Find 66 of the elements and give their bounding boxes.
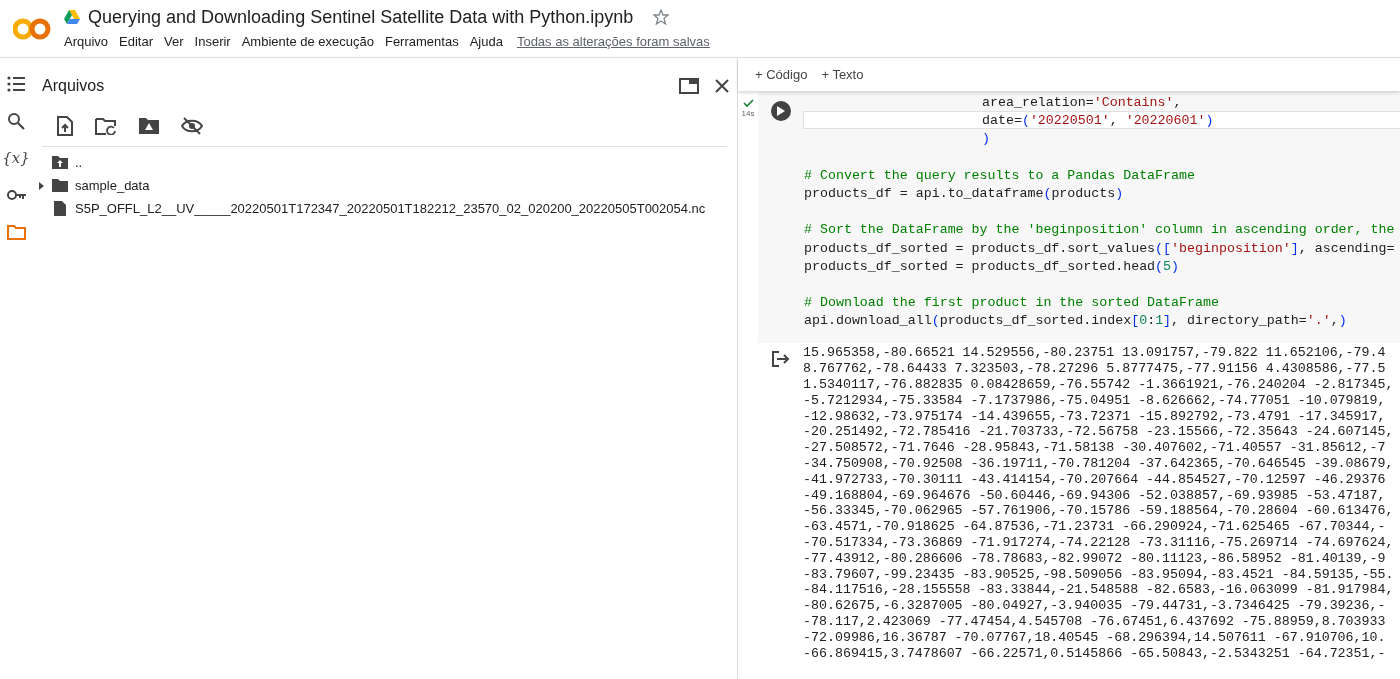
output-line: -12.98632,-73.975174 -14.439655,-73.72371 -15.892792,-73.4791 -17.345917, xyxy=(803,408,1387,425)
drive-folder-icon[interactable] xyxy=(138,117,160,135)
code-line: products_df_sorted = products_df_sorted.head(5) xyxy=(803,257,1181,275)
code-line: # Convert the query results to a Pandas DataFrame xyxy=(803,166,1196,184)
code-line: products_df = api.to_dataframe(products) xyxy=(803,184,1125,203)
folder-icon[interactable] xyxy=(6,223,26,241)
file-entry[interactable]: sample_data xyxy=(32,174,737,197)
drive-icon[interactable] xyxy=(64,10,80,24)
output-line: -5.7212934,-75.33584 -7.1737986,-75.04951 -8.626662,-74.77051 -10.079819, xyxy=(803,392,1387,409)
output-line: 15.965358,-80.66521 14.529556,-80.23751 13.091757,-79.822 11.652106,-79.4 xyxy=(803,345,1387,362)
menu-item[interactable]: Ajuda xyxy=(469,32,503,52)
output-line: -72.09986,16.36787 -70.07767,18.40545 -68.296394,14.507611 -67.910706,10. xyxy=(803,629,1387,646)
expand-caret-icon[interactable] xyxy=(38,181,44,190)
menu-item[interactable]: Editar xyxy=(119,32,154,52)
output-line: -78.117,2.423069 -77.47454,4.545708 -76.67451,6.437692 -75.88959,8.703933 xyxy=(803,614,1387,630)
code-line: ) xyxy=(981,130,991,148)
output-line: -66.869415,3.7478607 -66.22571,0.5145866 -65.50843,-2.5343251 -64.72351,- xyxy=(803,645,1387,662)
notebook-title[interactable]: Querying and Downloading Sentinel Satellite Data with Python.ipynb xyxy=(88,3,634,31)
close-icon[interactable] xyxy=(715,78,729,93)
code-line: api.download_all(products_df_sorted.index[0:1], directory_path='.',) xyxy=(803,312,1348,330)
open-in-tab-icon[interactable] xyxy=(679,77,699,94)
panel-title: Arquivos xyxy=(42,75,106,96)
output-line: -41.972733,-70.30111 -43.414154,-70.207664 -44.854527,-70.12597 -46.29376 xyxy=(803,471,1387,488)
file-icon xyxy=(54,201,66,216)
output-line: -56.33345,-70.062965 -57.761906,-70.15786 -59.188564,-70.28604 -60.613476, xyxy=(803,503,1395,520)
star-icon[interactable] xyxy=(653,9,670,25)
run-duration: 14s xyxy=(741,108,755,120)
menu-item[interactable]: Ferramentas xyxy=(384,32,459,52)
menu-item[interactable]: Inserir xyxy=(194,32,231,52)
output-line: -77.43912,-80.286606 -78.78683,-82.99072 -80.11123,-86.58952 -81.40139,-9 xyxy=(803,550,1387,567)
file-entry[interactable]: S5P_OFFL_L2__UV_____20220501T172347_20220501T182212_23570_02_020200_20220505T002054.nc xyxy=(32,197,737,220)
output-line: -84.117516,-28.155558 -83.33844,-21.548588 -82.6583,-16.063099 -81.917984, xyxy=(803,582,1395,599)
variables-icon[interactable]: {x} xyxy=(1,149,31,167)
list-icon[interactable] xyxy=(6,75,26,93)
add-cell-button[interactable]: + Texto xyxy=(820,64,865,85)
folder-up-icon xyxy=(52,156,68,169)
code-line: area_relation='Contains', xyxy=(981,94,1183,112)
folder-icon xyxy=(52,179,68,192)
output-line: -49.168804,-69.964676 -50.60446,-69.94306 -52.038857,-69.93985 -53.47187, xyxy=(803,487,1387,504)
logo-icon[interactable] xyxy=(13,16,51,41)
check-icon xyxy=(742,99,754,108)
output-line: -70.517334,-73.36869 -71.917274,-74.22128 -73.31116,-75.269714 -74.697624, xyxy=(803,535,1395,551)
file-entry[interactable]: .. xyxy=(32,151,737,174)
menu-item[interactable]: Arquivo xyxy=(64,32,109,52)
run-button[interactable] xyxy=(770,101,791,121)
refresh-folder-icon[interactable] xyxy=(95,117,117,135)
menu-item[interactable]: Ver xyxy=(164,32,184,52)
output-icon[interactable] xyxy=(771,351,790,368)
output-line: -83.79607,-99.23435 -83.90525,-98.509056 -83.95094,-83.4521 -84.59135,-55. xyxy=(803,566,1395,583)
save-status-link[interactable]: Todas as alterações foram salvas xyxy=(516,32,710,52)
search-icon[interactable] xyxy=(6,112,26,130)
output-line: 1.5340117,-76.882835 0.08428659,-76.55742 -1.3661921,-76.240204 -2.817345, xyxy=(803,377,1395,393)
output-line: -34.750908,-70.92508 -36.19711,-70.781204 -37.642365,-70.646545 -39.08679, xyxy=(803,456,1395,472)
add-cell-button[interactable]: + Código xyxy=(754,64,809,85)
play-icon xyxy=(776,106,785,116)
upload-icon[interactable] xyxy=(56,116,74,136)
output-line: -27.508572,-71.7646 -28.95843,-71.58138 -30.407602,-71.40557 -31.85612,-7 xyxy=(803,440,1387,457)
code-line: # Download the first product in the sorted DataFrame xyxy=(803,294,1220,312)
output-line: -80.62675,-6.3287005 -80.04927,-3.940035 -79.44731,-3.7346425 -79.39236,- xyxy=(803,598,1387,615)
code-line: # Sort the DataFrame by the 'beginposition' column in ascending order, the xyxy=(803,221,1396,239)
output-line: 8.767762,-78.64433 7.323503,-78.27296 5.8777475,-77.91156 4.4308586,-77.5 xyxy=(803,361,1387,378)
code-line: products_df_sorted = products_df.sort_values(['beginposition'], ascending= xyxy=(803,239,1396,257)
output-line: -20.251492,-72.785416 -21.703733,-72.56758 -23.15566,-72.35643 -24.607145, xyxy=(803,424,1395,441)
menu-item[interactable]: Ambiente de execução xyxy=(241,32,374,52)
hidden-eye-icon[interactable] xyxy=(181,117,203,135)
output-line: -63.4571,-70.918625 -64.87536,-71.23731 -66.290924,-71.625465 -67.70344,- xyxy=(803,519,1387,536)
